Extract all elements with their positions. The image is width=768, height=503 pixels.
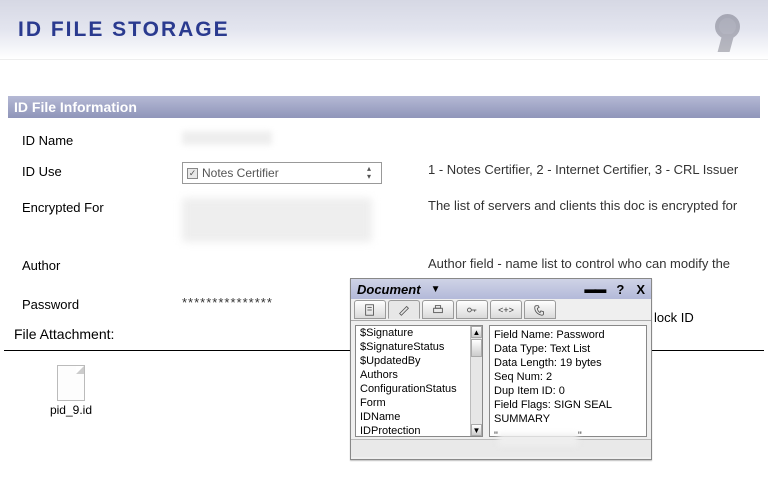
field-row[interactable]: ConfigurationStatus [356,382,482,396]
iduse-desc: 1 - Notes Certifier, 2 - Internet Certif… [422,162,746,177]
detail-line: Field Flags: SIGN SEAL [494,398,642,412]
detail-line: Data Length: 19 bytes [494,356,642,370]
detail-line: Data Type: Text List [494,342,642,356]
props-title-text: Document [357,282,421,297]
checkbox-icon: ✓ [187,168,198,179]
label-encrypted-for: Encrypted For [22,198,182,215]
detail-line: SUMMARY [494,412,642,426]
pencil-icon [397,303,411,317]
field-row[interactable]: $SignatureStatus [356,340,482,354]
tab-info[interactable] [354,300,386,319]
tab-print[interactable] [422,300,454,319]
idname-value-redacted [182,131,272,145]
props-titlebar[interactable]: Document ▼ ▬▬ ? X [351,279,651,299]
field-row[interactable]: Form [356,396,482,410]
row-author: Author Author field - name list to contr… [22,256,746,273]
password-value: *************** [182,295,273,310]
help-button[interactable]: ? [616,282,624,297]
field-row[interactable]: IDName [356,410,482,424]
phone-icon [533,303,547,317]
printer-icon [431,303,445,317]
field-row[interactable]: $Signature [356,326,482,340]
iduse-value: Notes Certifier [202,166,279,180]
iduse-combo[interactable]: ✓ Notes Certifier [182,162,382,184]
field-list[interactable]: $Signature $SignatureStatus $UpdatedBy A… [355,325,483,437]
tab-phone[interactable] [524,300,556,319]
field-row[interactable]: IDProtection [356,424,482,437]
author-desc: Author field - name list to control who … [422,256,746,271]
page-title: ID FILE STORAGE [18,18,230,42]
scrollbar[interactable]: ▲ ▼ [470,326,482,436]
doc-icon [363,303,377,317]
close-button[interactable]: X [636,282,645,297]
field-detail: Field Name: Password Data Type: Text Lis… [489,325,647,437]
scroll-down-icon[interactable]: ▼ [471,424,482,436]
scroll-up-icon[interactable]: ▲ [471,326,482,338]
section-idfile-info: ID File Information [8,96,760,118]
encrypted-for-redacted [182,198,372,242]
detail-line: Field Name: Password [494,328,642,342]
tab-plus[interactable]: <+> [490,300,522,319]
plus-angle-icon: <+> [498,305,514,315]
row-idname: ID Name [22,131,746,148]
tab-fields[interactable] [388,300,420,319]
restore-icon[interactable]: ▬▬ [584,282,604,296]
label-password: Password [22,295,182,312]
document-properties-panel[interactable]: Document ▼ ▬▬ ? X <+> $Signature $Signat… [350,278,652,460]
attached-file[interactable]: pid_9.id [36,365,106,417]
row-iduse: ID Use ✓ Notes Certifier 1 - Notes Certi… [22,162,746,184]
encrypted-for-desc: The list of servers and clients this doc… [422,198,746,213]
detail-line: Seq Num: 2 [494,370,642,384]
attached-file-name: pid_9.id [36,403,106,417]
scroll-thumb[interactable] [471,339,482,357]
key-icon [465,303,479,317]
label-iduse: ID Use [22,162,182,179]
detail-value-redacted [498,434,578,446]
row-encrypted-for: Encrypted For The list of servers and cl… [22,198,746,242]
file-icon [57,365,85,401]
banner-header: ID FILE STORAGE [0,0,768,60]
field-row[interactable]: $UpdatedBy [356,354,482,368]
props-tabs: <+> [351,299,651,321]
label-author: Author [22,256,182,273]
dropdown-icon[interactable]: ▼ [431,284,441,295]
label-idname: ID Name [22,131,182,148]
field-row[interactable]: Authors [356,368,482,382]
password-desc-suffix: lock ID [654,310,694,325]
detail-line: Dup Item ID: 0 [494,384,642,398]
spinner-icon[interactable] [367,165,379,181]
tab-key[interactable] [456,300,488,319]
props-body: $Signature $SignatureStatus $UpdatedBy A… [351,321,651,439]
banner-art [530,6,750,54]
